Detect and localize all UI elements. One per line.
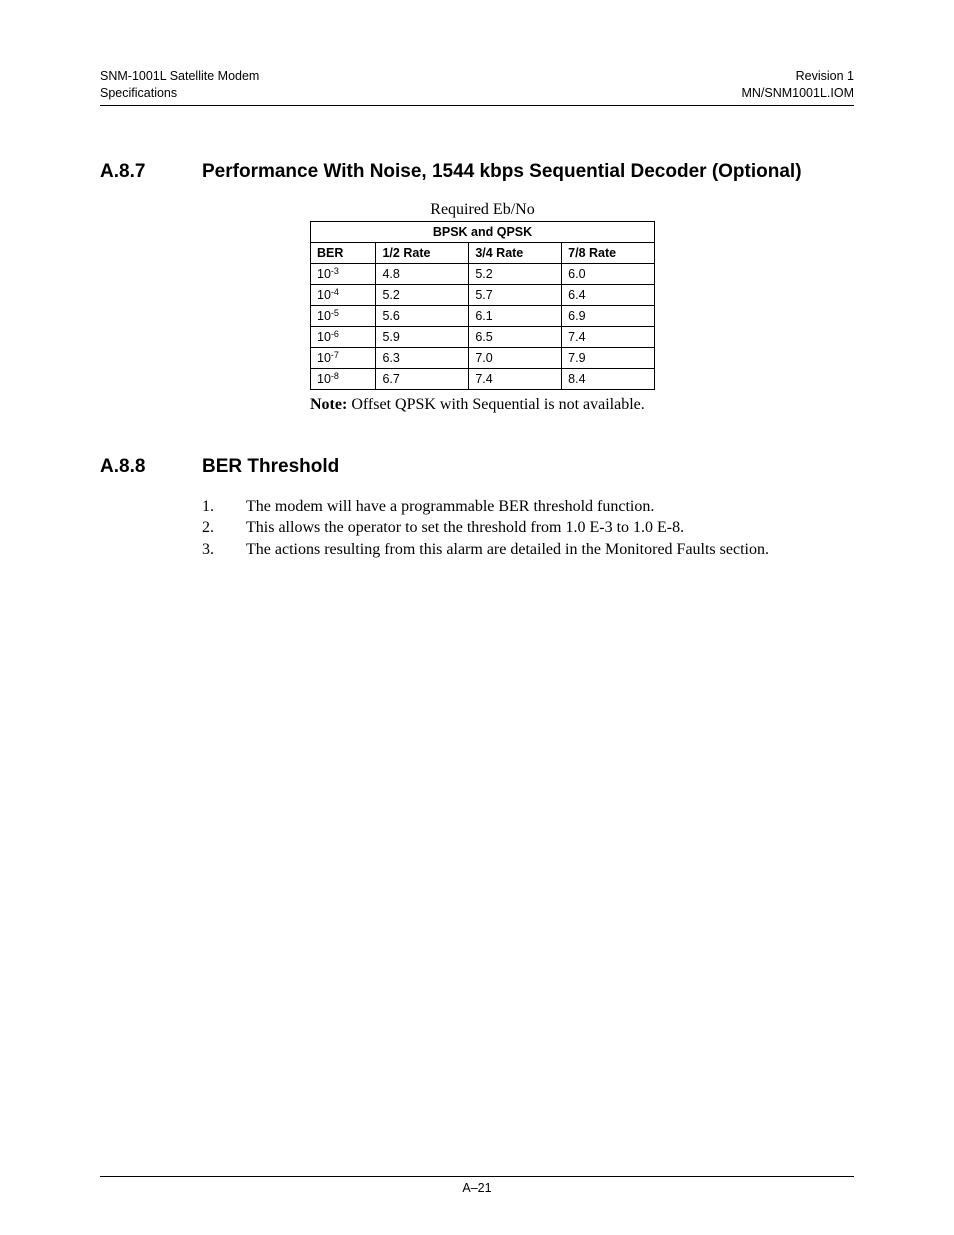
- list-item-text: The actions resulting from this alarm ar…: [246, 539, 769, 561]
- table-a87-col-half: 1/2 Rate: [376, 242, 469, 263]
- table-cell-ber: 10-6: [311, 326, 376, 347]
- table-a87-note-label: Note:: [310, 396, 347, 413]
- list-item-text: This allows the operator to set the thre…: [246, 517, 684, 539]
- table-cell-ber: 10-5: [311, 305, 376, 326]
- list-item-text: The modem will have a programmable BER t…: [246, 496, 654, 518]
- list-item-number: 3.: [202, 539, 246, 561]
- table-a87-col-threequarter: 3/4 Rate: [469, 242, 562, 263]
- table-cell: 7.9: [562, 347, 655, 368]
- page-footer: A–21: [100, 1176, 854, 1195]
- table-a87: BPSK and QPSK BER 1/2 Rate 3/4 Rate 7/8 …: [310, 221, 655, 390]
- section-a87-number: A.8.7: [100, 161, 202, 183]
- table-cell: 8.4: [562, 368, 655, 389]
- table-cell: 7.4: [562, 326, 655, 347]
- page-number: A–21: [462, 1181, 491, 1195]
- table-a87-col-seveneighth: 7/8 Rate: [562, 242, 655, 263]
- table-cell: 5.2: [376, 284, 469, 305]
- table-row: 10-76.37.07.9: [311, 347, 655, 368]
- section-a88-heading: A.8.8 BER Threshold: [100, 456, 854, 478]
- table-row: 10-86.77.48.4: [311, 368, 655, 389]
- header-product: SNM-1001L Satellite Modem: [100, 68, 259, 85]
- section-a88-title: BER Threshold: [202, 456, 854, 478]
- list-item: 3.The actions resulting from this alarm …: [202, 539, 854, 561]
- section-a88-number: A.8.8: [100, 456, 202, 478]
- list-item: 2.This allows the operator to set the th…: [202, 517, 854, 539]
- table-row: 10-65.96.57.4: [311, 326, 655, 347]
- table-cell: 6.3: [376, 347, 469, 368]
- table-a87-note-text: Offset QPSK with Sequential is not avail…: [347, 396, 644, 413]
- section-a88-list: 1.The modem will have a programmable BER…: [202, 496, 854, 561]
- table-a87-caption: Required Eb/No: [310, 201, 655, 219]
- table-row: 10-45.25.76.4: [311, 284, 655, 305]
- table-cell-ber: 10-8: [311, 368, 376, 389]
- table-cell: 6.1: [469, 305, 562, 326]
- table-cell: 7.4: [469, 368, 562, 389]
- header-left: SNM-1001L Satellite Modem Specifications: [100, 68, 259, 102]
- list-item-number: 1.: [202, 496, 246, 518]
- list-item: 1.The modem will have a programmable BER…: [202, 496, 854, 518]
- list-item-number: 2.: [202, 517, 246, 539]
- header-section: Specifications: [100, 85, 259, 102]
- table-row: 10-34.85.26.0: [311, 263, 655, 284]
- table-cell: 6.4: [562, 284, 655, 305]
- table-row: 10-55.66.16.9: [311, 305, 655, 326]
- table-cell: 6.7: [376, 368, 469, 389]
- table-cell: 6.0: [562, 263, 655, 284]
- table-cell: 5.9: [376, 326, 469, 347]
- header-docid: MN/SNM1001L.IOM: [741, 85, 854, 102]
- table-cell: 4.8: [376, 263, 469, 284]
- table-a87-col-ber: BER: [311, 242, 376, 263]
- table-cell: 7.0: [469, 347, 562, 368]
- table-cell: 6.5: [469, 326, 562, 347]
- table-cell-ber: 10-3: [311, 263, 376, 284]
- table-cell: 5.2: [469, 263, 562, 284]
- header-revision: Revision 1: [741, 68, 854, 85]
- table-cell-ber: 10-4: [311, 284, 376, 305]
- header-right: Revision 1 MN/SNM1001L.IOM: [741, 68, 854, 102]
- table-a87-spanheader: BPSK and QPSK: [311, 221, 655, 242]
- page-header: SNM-1001L Satellite Modem Specifications…: [100, 68, 854, 106]
- table-a87-note: Note: Offset QPSK with Sequential is not…: [310, 396, 710, 414]
- table-cell-ber: 10-7: [311, 347, 376, 368]
- table-a87-wrap: Required Eb/No BPSK and QPSK BER 1/2 Rat…: [310, 201, 854, 414]
- section-a87-title: Performance With Noise, 1544 kbps Sequen…: [202, 161, 854, 183]
- table-cell: 5.6: [376, 305, 469, 326]
- table-cell: 5.7: [469, 284, 562, 305]
- section-a87-heading: A.8.7 Performance With Noise, 1544 kbps …: [100, 161, 854, 183]
- table-cell: 6.9: [562, 305, 655, 326]
